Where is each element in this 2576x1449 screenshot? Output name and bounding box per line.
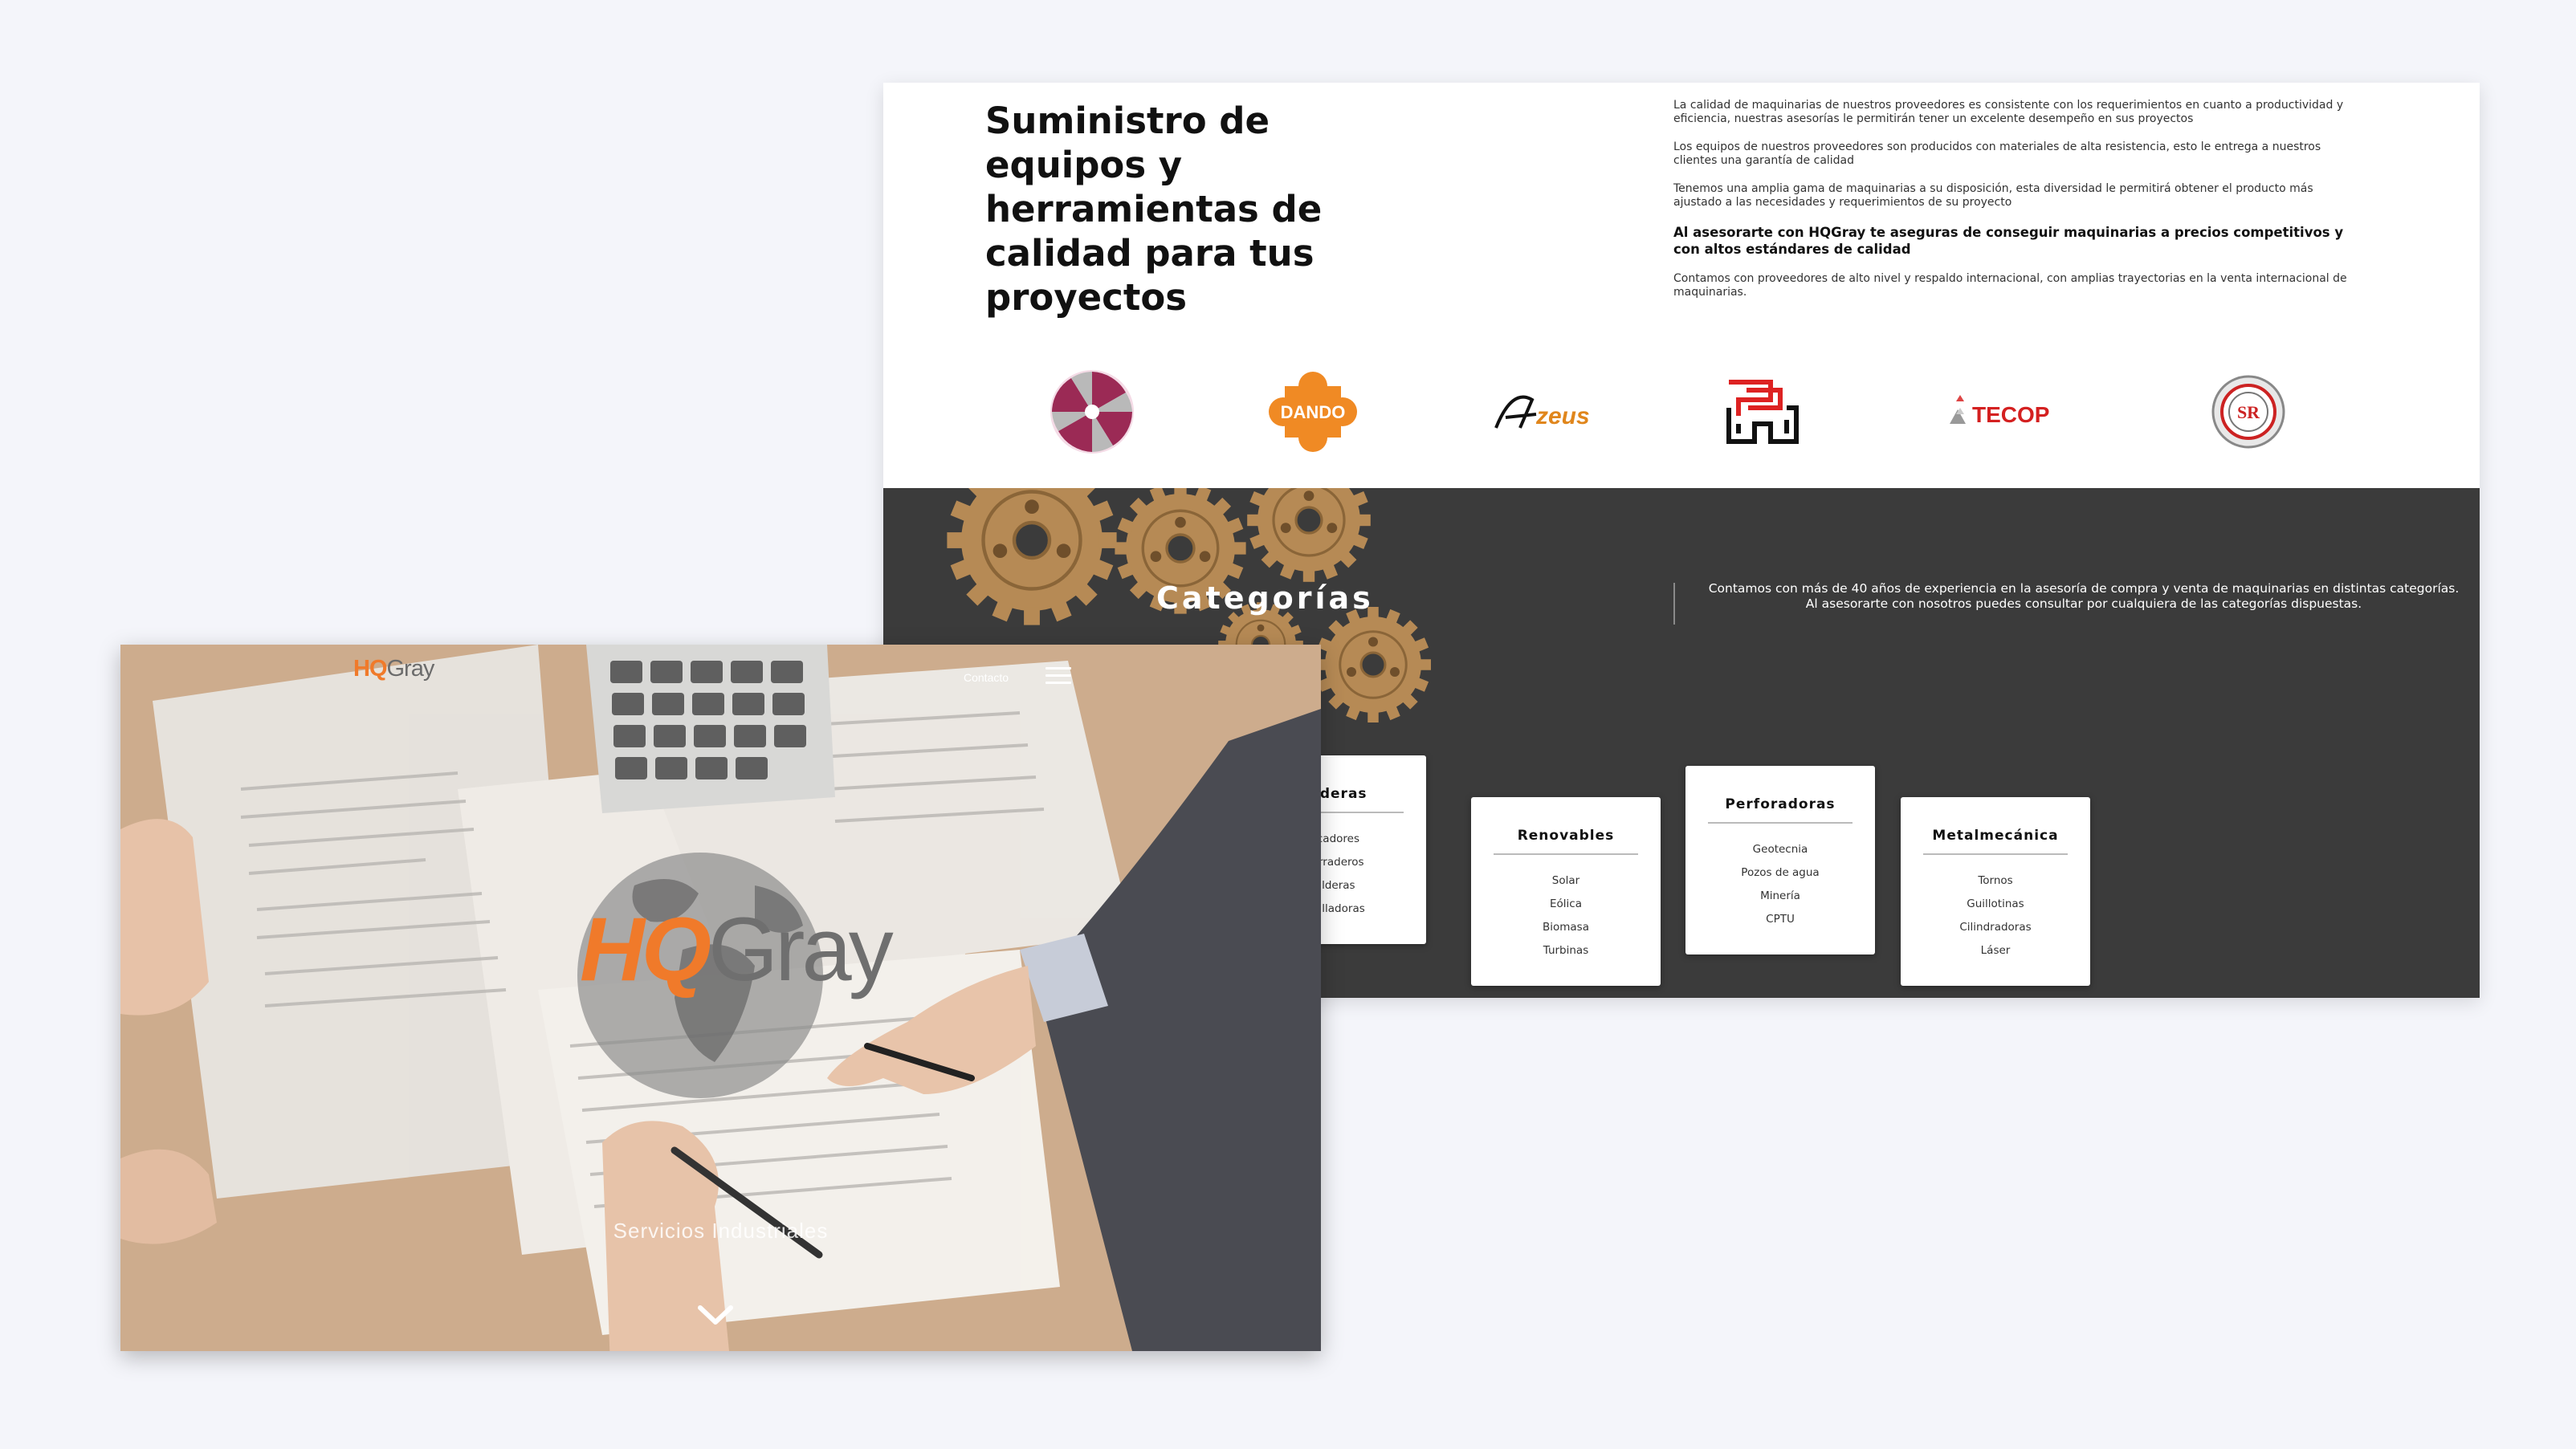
intro-paragraph: La calidad de maquinarias de nuestros pr… [1673,99,2344,125]
nav-contact-link[interactable]: Contacto [964,671,1009,684]
category-item[interactable]: Geotecnia [1685,838,1875,861]
category-title: Metalmecánica [1932,828,2059,844]
intro-closing: Contamos con proveedores de alto nivel y… [1673,272,2347,299]
category-item[interactable]: Láser [1901,939,2090,963]
hero-logo-hq: HQ [580,899,711,999]
intro-paragraph: Los equipos de nuestros proveedores son … [1673,140,2321,167]
seal-text: SR [2237,402,2260,422]
categories-divider [1673,583,1675,625]
category-divider [1708,822,1853,824]
seal-logo: SR [2208,368,2289,456]
dando-logo: DANDO [1269,368,1357,456]
pinwheel-logo [1048,368,1136,456]
categories-description-line: Contamos con más de 40 años de experienc… [1708,581,2460,596]
zeus-logo: zeus [1488,368,1592,456]
category-item[interactable]: Turbinas [1471,939,1661,963]
category-card-perforadoras[interactable]: Perforadoras Geotecnia Pozos de agua Min… [1685,766,1875,954]
category-card-metalmecanica[interactable]: Metalmecánica Tornos Guillotinas Cilindr… [1901,797,2090,986]
hamburger-menu-icon[interactable] [1045,667,1071,685]
dando-text: DANDO [1281,402,1346,422]
category-title: Renovables [1517,828,1615,844]
categories-description: Contamos con más de 40 años de experienc… [1702,581,2465,612]
category-divider [1923,853,2068,855]
category-item[interactable]: Guillotinas [1901,893,2090,916]
geometric-logo [1718,368,1807,456]
category-item[interactable]: CPTU [1685,908,1875,931]
category-item[interactable]: Tornos [1901,869,2090,893]
intro-heading: Suministro de equipos y herramientas de … [985,100,1323,319]
category-item[interactable]: Biomasa [1471,916,1661,939]
partner-logos: DANDO zeus TECOP SR [883,368,2480,456]
categories-description-line: Al asesorarte con nosotros puedes consul… [1805,596,2362,611]
hero-logo: HQGray [580,899,894,999]
header-logo-gray: Gray [386,656,435,682]
intro-highlight: Al asesorarte con HQGray te aseguras de … [1673,225,2344,257]
category-item[interactable]: Pozos de agua [1685,861,1875,885]
intro-paragraph: Tenemos una amplia gama de maquinarias a… [1673,182,2313,209]
category-title: Perforadoras [1725,796,1836,812]
category-item[interactable]: Minería [1685,885,1875,908]
intro-paragraphs: La calidad de maquinarias de nuestros pr… [1673,99,2364,314]
category-item[interactable]: Eólica [1471,893,1661,916]
intro-section: Suministro de equipos y herramientas de … [883,83,2480,488]
zeus-text: zeus [1535,403,1590,429]
category-card-renovables[interactable]: Renovables Solar Eólica Biomasa Turbinas [1471,797,1661,986]
hero-subtitle: Servicios Industriales [613,1219,829,1243]
website-screenshot-hero: HQGray Contacto HQGray Servicios Industr… [120,645,1321,1351]
tecop-text: TECOP [1972,402,2049,427]
chevron-down-icon[interactable] [697,1303,734,1327]
tecop-logo: TECOP [1943,368,2064,456]
hero-logo-gray: Gray [708,899,894,999]
category-divider [1494,853,1638,855]
categories-title: Categorías [1156,580,1374,616]
header-logo-hq: HQ [353,656,387,682]
category-item[interactable]: Cilindradoras [1901,916,2090,939]
header-logo[interactable]: HQGray [353,656,434,682]
category-item[interactable]: Solar [1471,869,1661,893]
